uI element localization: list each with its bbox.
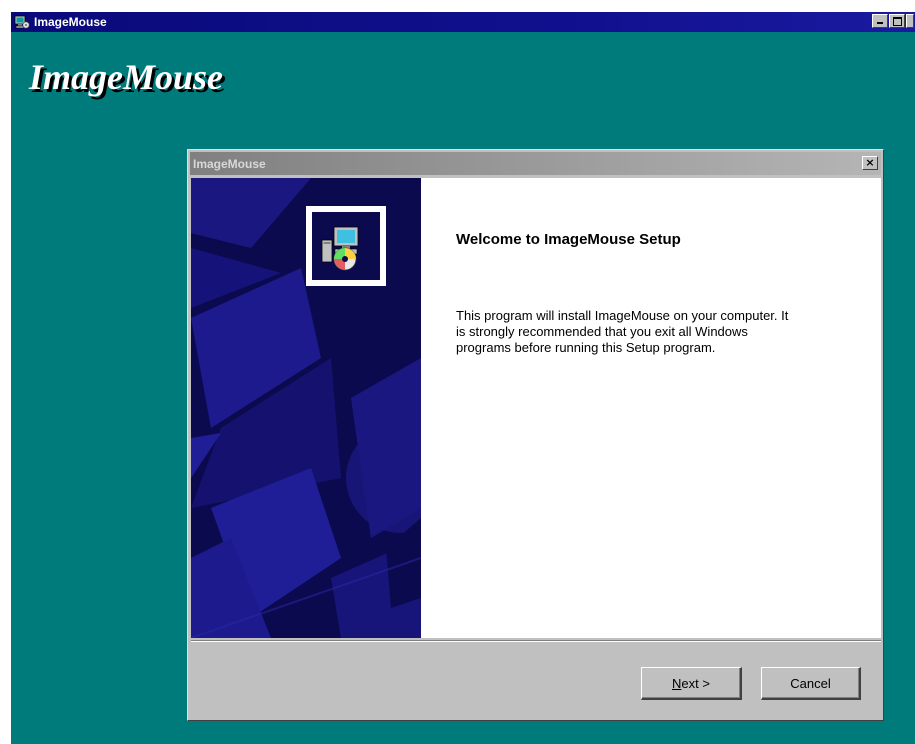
banner-title: ImageMouse xyxy=(29,57,224,97)
installer-cd-computer-icon xyxy=(321,226,359,271)
welcome-description: This program will install ImageMouse on … xyxy=(456,308,856,356)
dialog-title: ImageMouse xyxy=(193,156,266,171)
welcome-line-1: This program will install ImageMouse on … xyxy=(456,308,789,323)
side-graphic-panel xyxy=(191,178,421,638)
screen: ImageMouse ImageMouse ImageMouse × Welco… xyxy=(0,0,915,744)
setup-dialog: ImageMouse × Welcome to ImageMouse Setup… xyxy=(187,149,884,721)
next-button-label: ext > xyxy=(681,675,710,691)
cancel-button[interactable]: Cancel xyxy=(761,667,861,700)
welcome-line-2: is strongly recommended that you exit al… xyxy=(456,324,748,339)
dialog-close-button[interactable]: × xyxy=(862,156,878,170)
installer-window-title: ImageMouse xyxy=(34,15,107,29)
button-separator xyxy=(191,640,881,642)
welcome-heading: Welcome to ImageMouse Setup xyxy=(456,231,681,248)
welcome-line-3: programs before running this Setup progr… xyxy=(456,340,716,355)
installer-icon-frame xyxy=(306,206,386,286)
next-button[interactable]: Next > xyxy=(641,667,742,700)
maximize-button[interactable] xyxy=(889,14,905,28)
dialog-body: Welcome to ImageMouse Setup This program… xyxy=(191,178,881,638)
next-button-mnemonic: N xyxy=(672,675,682,691)
installer-titlebar[interactable]: ImageMouse xyxy=(11,12,915,32)
setup-computer-icon xyxy=(14,14,30,30)
minimize-button[interactable] xyxy=(872,14,888,28)
installer-icon-background xyxy=(312,212,380,280)
dialog-titlebar[interactable]: ImageMouse × xyxy=(190,152,881,175)
close-button[interactable] xyxy=(906,14,914,28)
window-controls xyxy=(872,14,915,28)
